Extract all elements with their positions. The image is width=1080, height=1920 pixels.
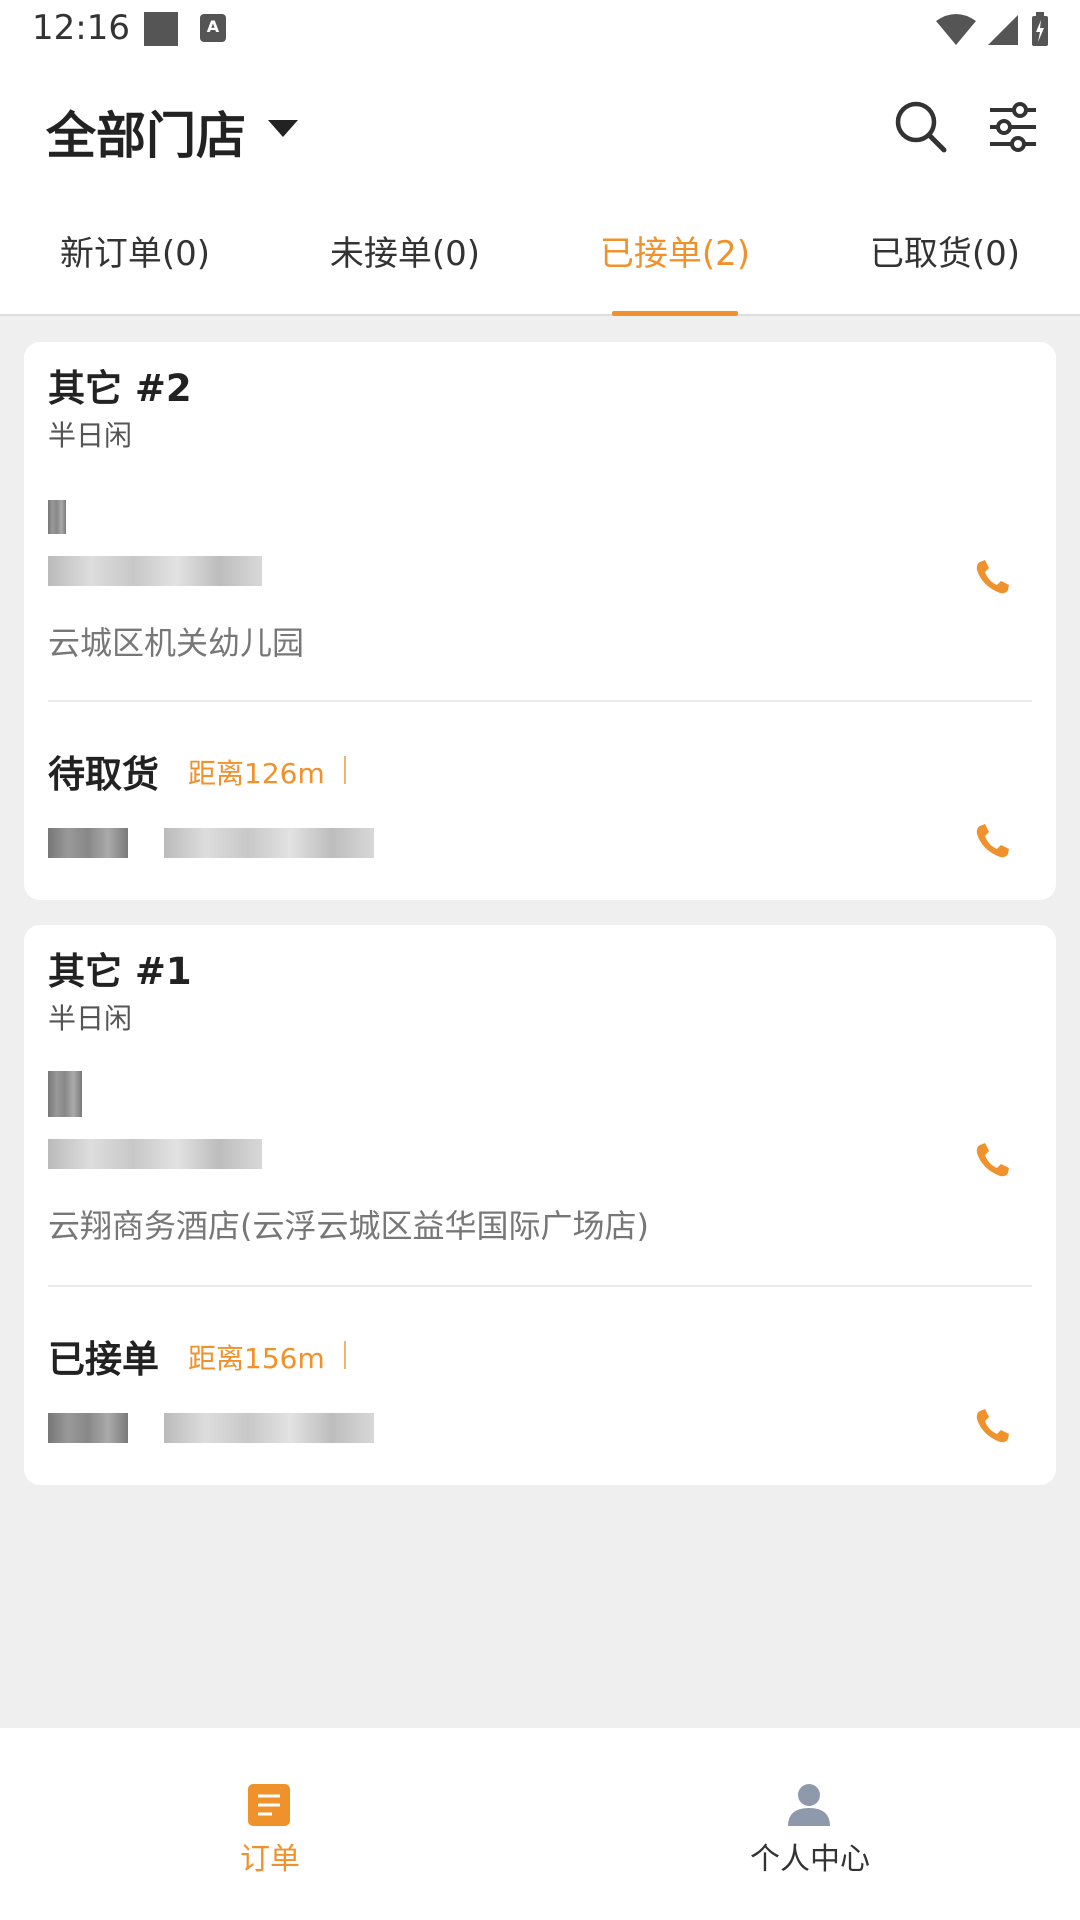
app-screen: 12:16 A 全部门店 新订单(0) 未接单(0) 已接单(2) 已取货(0)… [0,0,1080,1920]
notification-icon [144,12,178,46]
phone-icon[interactable] [972,1407,1012,1447]
shop-name: 半日闲 [48,419,133,452]
distance-separator [344,1341,346,1369]
status-bar: 12:16 A [0,0,1080,62]
nav-orders[interactable]: 订单 [0,1728,540,1920]
distance-text: 距离156m [188,1342,325,1375]
order-status: 已接单 [48,1338,159,1381]
order-card[interactable]: 其它 #1 半日闲 云翔商务酒店(云浮云城区益华国际广场店) 已接单 距离156… [24,925,1056,1485]
customer-phone-redacted [48,1139,262,1169]
orders-icon [248,1784,290,1826]
nav-profile[interactable]: 个人中心 [540,1728,1080,1920]
rider-name-redacted [48,1413,128,1443]
wifi-icon [936,14,976,45]
customer-address: 云城区机关幼儿园 [48,624,305,662]
tab-new-orders[interactable]: 新订单(0) [0,192,270,314]
header: 全部门店 [0,62,1080,192]
order-tabs: 新订单(0) 未接单(0) 已接单(2) 已取货(0) [0,192,1080,316]
divider [48,1285,1032,1287]
rider-phone-redacted [164,828,374,858]
phone-icon[interactable] [972,1141,1012,1181]
tab-unaccepted[interactable]: 未接单(0) [270,192,540,314]
search-icon[interactable] [892,98,950,156]
filter-icon[interactable] [984,98,1042,156]
customer-name-redacted [48,500,66,534]
distance-text: 距离126m [188,757,325,790]
tab-accepted[interactable]: 已接单(2) [540,192,810,316]
customer-address: 云翔商务酒店(云浮云城区益华国际广场店) [48,1207,649,1245]
tab-accepted-label: 已接单(2) [599,234,751,274]
order-title: 其它 #1 [48,950,192,993]
order-title: 其它 #2 [48,367,192,410]
profile-icon [788,1784,830,1826]
divider [48,700,1032,702]
battery-icon [1032,12,1048,46]
tab-picked-up[interactable]: 已取货(0) [810,192,1080,314]
store-selector[interactable]: 全部门店 [46,96,246,168]
rider-phone-redacted [164,1413,374,1443]
status-icons [936,10,1050,50]
distance-separator [344,756,346,784]
phone-icon[interactable] [972,558,1012,598]
signal-icon [988,15,1018,45]
status-time: 12:16 [32,8,130,48]
keyboard-icon: A [200,14,226,42]
nav-orders-label: 订单 [240,1842,300,1877]
phone-icon[interactable] [972,822,1012,862]
tab-indicator [612,311,738,316]
rider-name-redacted [48,828,128,858]
bottom-nav: 订单 个人中心 [0,1728,1080,1920]
customer-phone-redacted [48,556,262,586]
order-card[interactable]: 其它 #2 半日闲 云城区机关幼儿园 待取货 距离126m [24,342,1056,900]
nav-profile-label: 个人中心 [750,1842,870,1877]
caret-down-icon[interactable] [268,120,298,137]
customer-name-redacted [48,1071,82,1117]
shop-name: 半日闲 [48,1002,133,1035]
order-status: 待取货 [48,753,159,796]
